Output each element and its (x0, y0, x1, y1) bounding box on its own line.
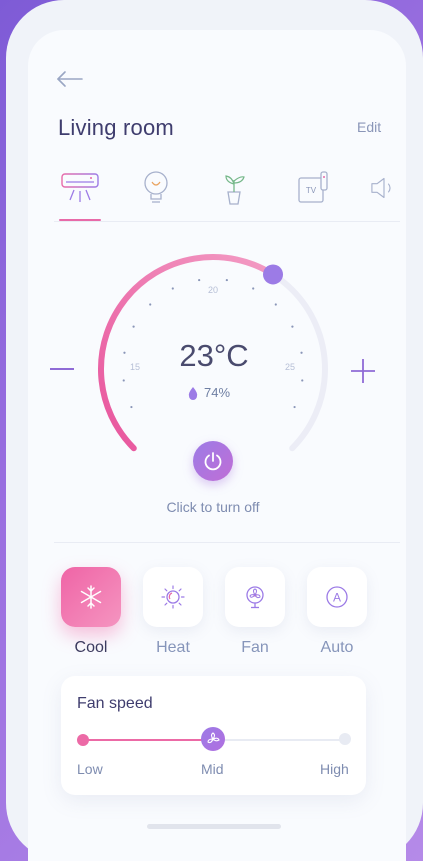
dial-tick (252, 287, 255, 290)
svg-text:TV: TV (306, 186, 317, 195)
water-drop-icon (188, 386, 198, 400)
mode-label-fan: Fan (241, 639, 269, 656)
fan-speed-label-mid: Mid (201, 761, 224, 777)
fan-speed-stop-high[interactable] (339, 733, 351, 745)
divider (54, 542, 400, 543)
mode-cool-button[interactable] (61, 567, 121, 627)
dial-tick (122, 379, 125, 382)
fan-icon (207, 732, 220, 744)
edit-button[interactable]: Edit (357, 119, 381, 135)
dial-tick (300, 351, 303, 354)
plant-icon (225, 175, 245, 205)
snowflake-icon (80, 585, 102, 609)
dial-tick (198, 278, 201, 282)
tab-speaker[interactable] (365, 168, 403, 208)
power-status-text: Click to turn off (166, 499, 260, 515)
mode-label-heat: Heat (156, 639, 190, 656)
dial-tick (130, 405, 133, 409)
dial-tick (291, 325, 294, 328)
fan-speed-fill (82, 739, 212, 741)
fan-icon (246, 586, 264, 609)
dial-tick (123, 351, 126, 354)
power-button[interactable] (193, 441, 233, 481)
mode-fan-button[interactable] (225, 567, 285, 627)
light-bulb-icon (144, 171, 168, 203)
tab-tv[interactable]: TV (291, 168, 335, 208)
increase-temp-button[interactable] (350, 358, 376, 384)
fan-speed-label-low: Low (77, 761, 103, 777)
tick-label-25: 25 (285, 362, 295, 372)
fan-speed-title: Fan speed (77, 695, 153, 712)
tick-label-15: 15 (130, 362, 140, 372)
home-indicator (147, 824, 281, 829)
tab-air-conditioner[interactable] (58, 168, 102, 208)
mode-label-cool: Cool (74, 639, 108, 656)
decrease-temp-button[interactable] (50, 368, 74, 370)
sun-icon (161, 585, 185, 609)
speaker-icon (371, 177, 391, 199)
dial-tick (225, 278, 228, 282)
tab-light[interactable] (134, 168, 178, 208)
dial-tick (132, 325, 135, 328)
dial-tick (293, 405, 296, 409)
notch (110, 0, 320, 28)
tab-plant[interactable] (212, 168, 256, 208)
dial-knob[interactable] (263, 264, 284, 285)
divider (54, 221, 400, 222)
fan-speed-stop-low[interactable] (77, 734, 89, 746)
svg-text:A: A (333, 591, 341, 605)
dial-tick (149, 303, 152, 306)
fan-speed-label-high: High (320, 761, 349, 777)
fan-speed-slider-handle[interactable] (201, 727, 225, 751)
humidity-value: 74% (204, 385, 231, 400)
page-title: Living room (58, 115, 174, 140)
power-icon (204, 452, 222, 471)
mode-heat-button[interactable] (143, 567, 203, 627)
dial-tick (274, 303, 277, 306)
back-arrow-icon[interactable] (56, 68, 84, 90)
temperature-readout: 23°C (179, 338, 249, 373)
tv-remote-icon: TV (298, 171, 328, 203)
auto-icon: A (326, 586, 348, 608)
dial-tick (301, 379, 304, 382)
tick-label-20: 20 (208, 285, 218, 295)
mode-label-auto: Auto (320, 639, 354, 656)
air-conditioner-icon (61, 173, 99, 202)
mode-auto-button[interactable]: A (307, 567, 367, 627)
dial-tick (171, 287, 174, 290)
humidity-readout: 74% (187, 385, 230, 400)
